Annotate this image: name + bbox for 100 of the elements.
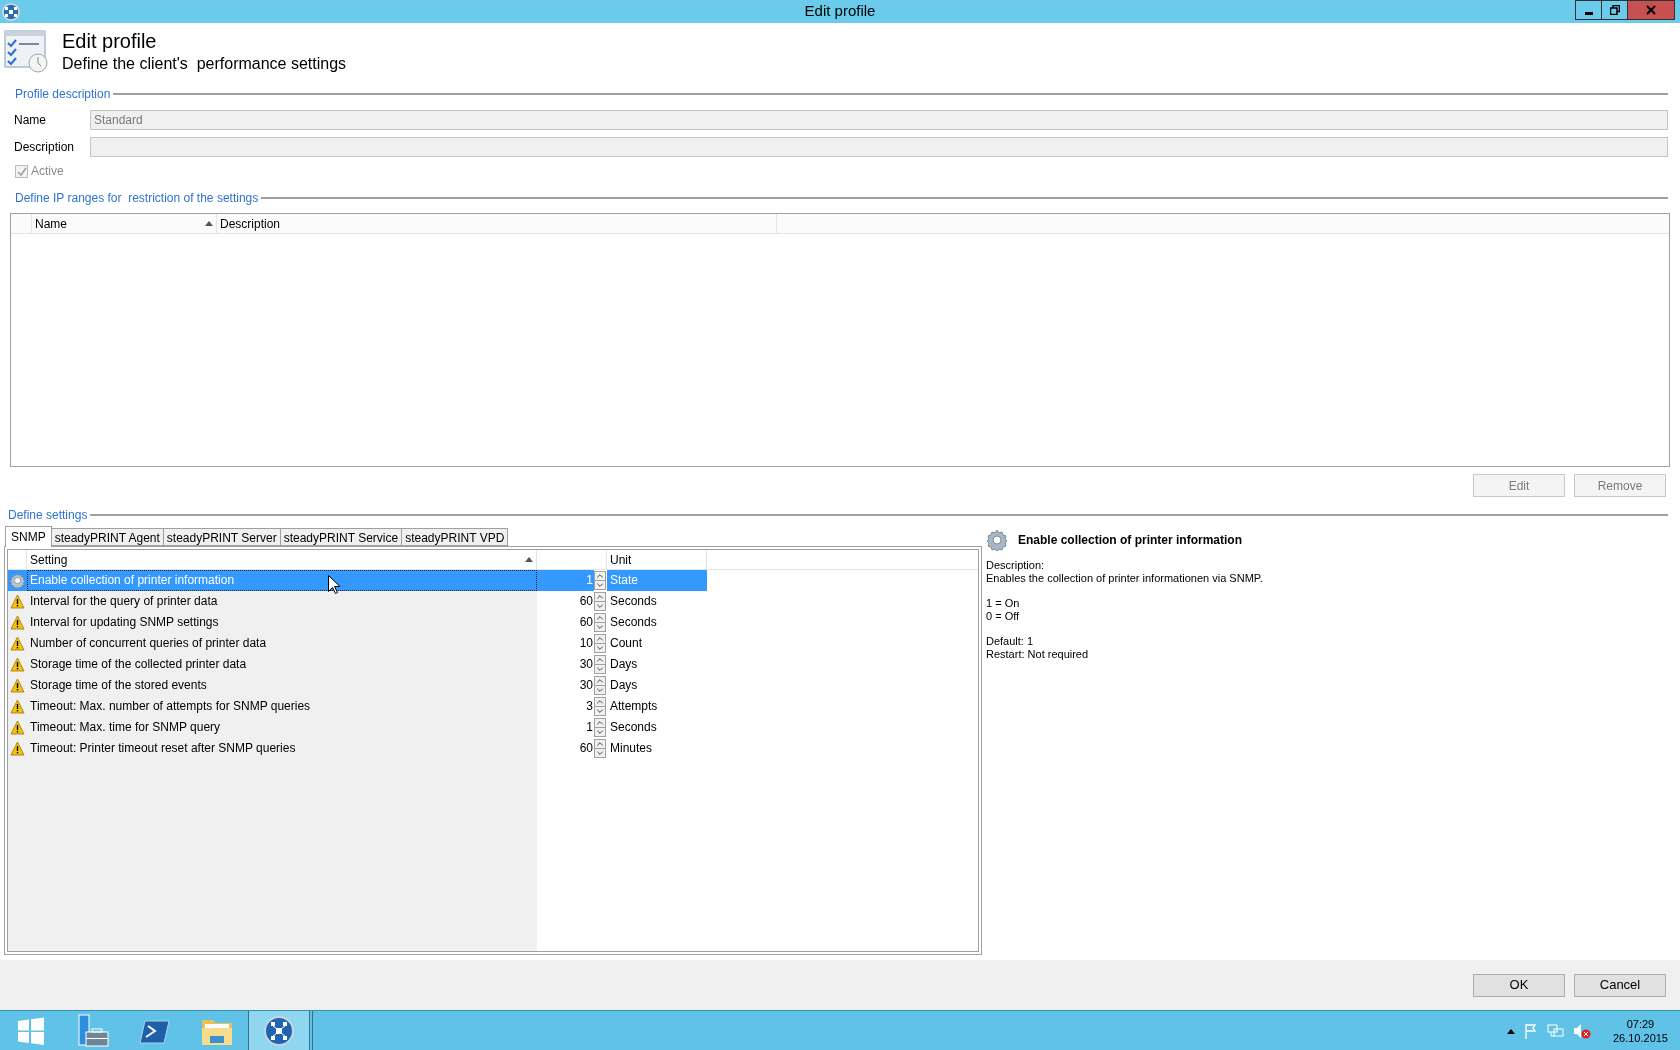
tab[interactable]: steadyPRINT Service: [279, 528, 403, 546]
description-text: Enables the collection of printer informationen via SNMP.: [986, 572, 1264, 585]
column-header[interactable]: Name: [32, 214, 217, 233]
column-header[interactable]: Setting: [27, 550, 537, 569]
warning-icon: [10, 678, 25, 693]
chevron-up-icon: [595, 719, 605, 728]
table-cell[interactable]: Storage time of the stored events: [27, 675, 537, 696]
spin-button[interactable]: [594, 676, 606, 695]
clock[interactable]: 07:29 26.10.2015: [1612, 1016, 1668, 1045]
description-text: Default: 1: [986, 635, 1035, 648]
group-label: Profile description: [15, 86, 111, 103]
show-hidden-icons-icon[interactable]: [1506, 1027, 1515, 1034]
chevron-up-icon: [595, 677, 605, 686]
spin-button[interactable]: [594, 697, 606, 716]
table-cell-text: Count: [609, 635, 644, 652]
chevron-down-icon: [595, 643, 605, 652]
window-title: Edit profile: [804, 1, 876, 22]
dialog-button[interactable]: OK: [1473, 973, 1565, 997]
number-value[interactable]: 1: [586, 717, 594, 738]
warning-icon: [10, 741, 25, 756]
close-icon: [1646, 5, 1656, 15]
flag-icon[interactable]: [1522, 1022, 1539, 1039]
restore-icon: [1609, 5, 1620, 15]
tab[interactable]: SNMP: [5, 526, 52, 547]
column-header[interactable]: Unit: [607, 550, 707, 569]
restore-button[interactable]: [1602, 0, 1628, 20]
description-text: Description:: [986, 559, 1046, 572]
warning-icon: [10, 657, 25, 672]
table-cell[interactable]: Timeout: Max. number of attempts for SNMP queries: [27, 696, 537, 717]
dialog-title: Edit profile: [62, 29, 158, 53]
number-value[interactable]: 30: [579, 654, 594, 675]
group-label: Define settings: [8, 507, 88, 524]
warning-icon: [10, 720, 25, 735]
network-icon: [263, 1014, 295, 1047]
speaker-muted-icon[interactable]: [1572, 1022, 1591, 1039]
table-cell-text: Attempts: [609, 698, 659, 715]
tab[interactable]: steadyPRINT Agent: [50, 528, 164, 546]
table-cell[interactable]: Interval for updating SNMP settings: [27, 612, 537, 633]
number-value[interactable]: 60: [579, 612, 594, 633]
spin-button[interactable]: [594, 718, 606, 737]
windows-icon: [16, 1015, 46, 1046]
server-toolbox-icon: [76, 1013, 110, 1048]
chevron-up-icon: [595, 614, 605, 623]
spin-button[interactable]: [594, 634, 606, 653]
chevron-down-icon: [595, 580, 605, 589]
chevron-down-icon: [595, 706, 605, 715]
table-cell[interactable]: Timeout: Printer timeout reset after SNMP queries: [27, 738, 537, 759]
chevron-down-icon: [595, 664, 605, 673]
chevron-down-icon: [595, 727, 605, 736]
field-label: Description: [14, 139, 76, 156]
minimize-button[interactable]: [1575, 0, 1602, 20]
group-label: Define IP ranges for restriction of the settings: [15, 190, 259, 207]
chevron-down-icon: [595, 601, 605, 610]
chevron-up-icon: [595, 740, 605, 749]
mouse-pointer-icon: [328, 575, 340, 594]
chevron-up-icon: [595, 698, 605, 707]
table-cell-text: Minutes: [609, 740, 654, 757]
tab[interactable]: steadyPRINT Server: [162, 528, 281, 546]
number-value[interactable]: 10: [579, 633, 594, 654]
table-cell[interactable]: Storage time of the collected printer data: [27, 654, 537, 675]
description-text: 0 = Off: [986, 610, 1021, 623]
chevron-up-icon: [595, 635, 605, 644]
number-value[interactable]: 3: [586, 696, 594, 717]
table-cell-text: Days: [609, 656, 639, 673]
number-value[interactable]: 30: [579, 675, 594, 696]
number-value[interactable]: 60: [579, 591, 594, 612]
spin-button[interactable]: [594, 739, 606, 758]
minimize-icon: [1584, 11, 1593, 15]
table-cell-text: Seconds: [609, 719, 658, 736]
table-cell[interactable]: Number of concurrent queries of printer data: [27, 633, 537, 654]
description-text: 1 = On: [986, 597, 1021, 610]
spin-button[interactable]: [594, 655, 606, 674]
app-icon: [2, 2, 20, 21]
setting-title: Enable collection of printer information: [1018, 532, 1242, 549]
field-label: Name: [14, 112, 47, 129]
chevron-down-icon: [595, 748, 605, 757]
description-text: Restart: Not required: [986, 648, 1090, 661]
close-button[interactable]: [1628, 0, 1675, 20]
chevron-up-icon: [595, 572, 605, 581]
checkbox-label: Active: [31, 163, 64, 180]
table-cell: State: [607, 570, 707, 591]
table-cell[interactable]: Interval for the query of printer data: [27, 591, 537, 612]
chevron-down-icon: [595, 622, 605, 631]
dialog-button[interactable]: Cancel: [1574, 973, 1666, 997]
column-header[interactable]: Description: [217, 214, 777, 233]
spin-button[interactable]: [594, 613, 606, 632]
spin-button[interactable]: [594, 592, 606, 611]
chevron-down-icon: [595, 685, 605, 694]
warning-icon: [10, 594, 25, 609]
taskbar-button[interactable]: [248, 1011, 310, 1050]
chevron-up-icon: [595, 593, 605, 602]
table-cell-text: Seconds: [609, 614, 658, 631]
gear-icon: [986, 529, 1008, 551]
chevron-up-icon: [595, 656, 605, 665]
table-cell[interactable]: Timeout: Max. time for SNMP query: [27, 717, 537, 738]
spin-button[interactable]: [594, 571, 606, 590]
checklist-icon: [4, 29, 50, 73]
network-icon[interactable]: [1546, 1022, 1565, 1039]
number-value[interactable]: 60: [579, 738, 594, 759]
tab[interactable]: steadyPRINT VPD: [401, 528, 509, 546]
